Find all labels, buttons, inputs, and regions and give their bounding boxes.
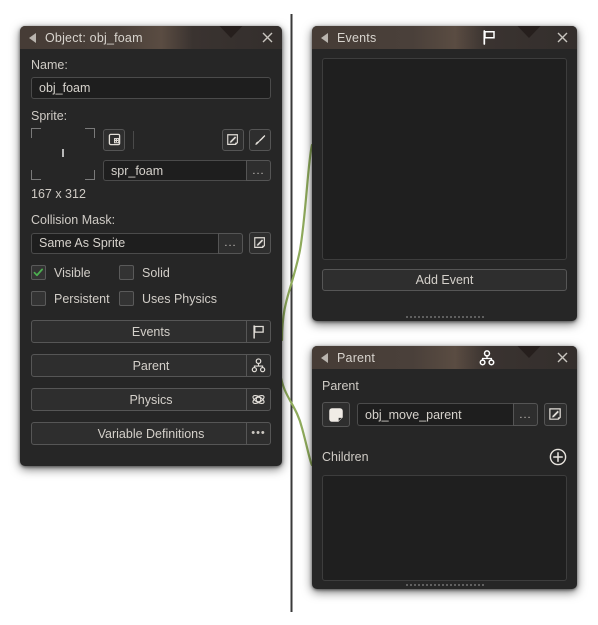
parent-menu-button[interactable]: ... (513, 403, 538, 426)
name-input[interactable]: obj_foam (31, 77, 271, 99)
triangle-left-icon[interactable] (29, 32, 36, 43)
parent-panel-titlebar[interactable]: Parent (312, 346, 577, 369)
titlebar-notch (196, 26, 266, 49)
paintbrush-icon[interactable] (249, 128, 271, 151)
parent-section-label: Parent (322, 379, 359, 393)
object-panel-titlebar[interactable]: Object: obj_foam (20, 26, 282, 49)
flag-icon (246, 321, 270, 342)
sprite-thumbnail (62, 149, 64, 157)
add-event-label: Add Event (415, 273, 474, 287)
sprite-menu-button[interactable]: ... (246, 160, 271, 181)
triangle-left-icon[interactable] (321, 352, 328, 363)
parent-button[interactable]: Parent (31, 354, 271, 377)
add-circle-icon[interactable] (549, 448, 567, 466)
events-panel: Events Add Event (312, 26, 577, 321)
resize-grip[interactable] (404, 315, 485, 318)
uses-physics-checkbox[interactable]: Uses Physics (119, 291, 217, 306)
uses-physics-label: Uses Physics (142, 291, 218, 306)
resize-grip[interactable] (404, 583, 485, 586)
solid-label: Solid (142, 265, 170, 280)
solid-checkbox[interactable]: Solid (119, 265, 170, 280)
physics-atom-icon (246, 389, 270, 410)
variable-definitions-label: Variable Definitions (97, 426, 205, 441)
sprite-tools-row (103, 128, 271, 151)
persistent-label: Persistent (54, 291, 110, 306)
physics-button-label: Physics (129, 392, 173, 407)
edit-image-icon[interactable] (222, 128, 244, 151)
visible-checkbox[interactable]: Visible (31, 265, 119, 280)
sprite-preview-frame[interactable] (31, 128, 95, 180)
sprite-label: Sprite: (31, 109, 68, 123)
sprite-input[interactable]: spr_foam (103, 160, 246, 181)
parent-panel-title: Parent (337, 350, 376, 365)
object-action-buttons: Events Parent Physics Variable Definitio… (31, 320, 271, 445)
parent-nodes-icon (478, 349, 496, 366)
ellipsis-icon: ••• (246, 423, 270, 444)
events-panel-body: Add Event (312, 49, 577, 291)
parent-panel: Parent Parent obj_move_parent ... Childr… (312, 346, 577, 589)
name-label: Name: (31, 58, 68, 72)
parent-panel-body: Parent obj_move_parent ... Children (312, 369, 577, 581)
persistent-checkbox[interactable]: Persistent (31, 291, 119, 306)
sprite-dimensions: 167 x 312 (31, 187, 86, 201)
physics-button[interactable]: Physics (31, 388, 271, 411)
object-panel-body: Name: obj_foam Sprite: spr_foam ... 167 … (20, 49, 282, 454)
visible-label: Visible (54, 265, 91, 280)
parent-object-input[interactable]: obj_move_parent (357, 403, 513, 426)
parent-object-row: obj_move_parent ... (322, 402, 567, 427)
variable-definitions-button[interactable]: Variable Definitions ••• (31, 422, 271, 445)
close-icon[interactable] (554, 29, 571, 46)
children-header: Children (322, 448, 567, 466)
object-to-events-link (280, 143, 314, 342)
events-button-label: Events (131, 324, 171, 339)
close-icon[interactable] (259, 29, 276, 46)
parent-button-label: Parent (132, 358, 170, 373)
flag-icon (480, 29, 498, 46)
collision-mask-menu-button[interactable]: ... (218, 232, 243, 254)
checkbox-grid: Visible Solid Persistent Uses Physics (31, 265, 271, 306)
object-to-parent-link (278, 371, 314, 467)
gamemaker-object-editor: Object: obj_foam Name: obj_foam Sprite: (0, 0, 598, 625)
object-panel: Object: obj_foam Name: obj_foam Sprite: (20, 26, 282, 466)
add-sprite-icon[interactable] (103, 128, 125, 151)
events-button[interactable]: Events (31, 320, 271, 343)
parent-nodes-icon (246, 355, 270, 376)
close-icon[interactable] (554, 349, 571, 366)
add-event-button[interactable]: Add Event (322, 269, 567, 291)
children-list[interactable] (322, 475, 567, 581)
checkbox-row-2: Persistent Uses Physics (31, 291, 271, 306)
sprite-value-row: spr_foam ... (103, 160, 271, 181)
sprite-row: spr_foam ... (31, 128, 271, 181)
collision-mask-input[interactable]: Same As Sprite (31, 232, 218, 254)
triangle-left-icon[interactable] (321, 32, 328, 43)
events-list[interactable] (322, 58, 567, 260)
collision-mask-label: Collision Mask: (31, 213, 116, 227)
collision-mask-row: Same As Sprite ... (31, 232, 271, 254)
object-panel-title: Object: obj_foam (45, 30, 143, 45)
edit-object-icon[interactable] (544, 403, 567, 426)
toolbar-divider (133, 130, 134, 149)
edit-mask-icon[interactable] (249, 232, 271, 254)
checkbox-row-1: Visible Solid (31, 265, 271, 280)
events-panel-title: Events (337, 30, 377, 45)
children-section-label: Children (322, 450, 369, 464)
object-icon[interactable] (322, 402, 350, 427)
events-panel-titlebar[interactable]: Events (312, 26, 577, 49)
